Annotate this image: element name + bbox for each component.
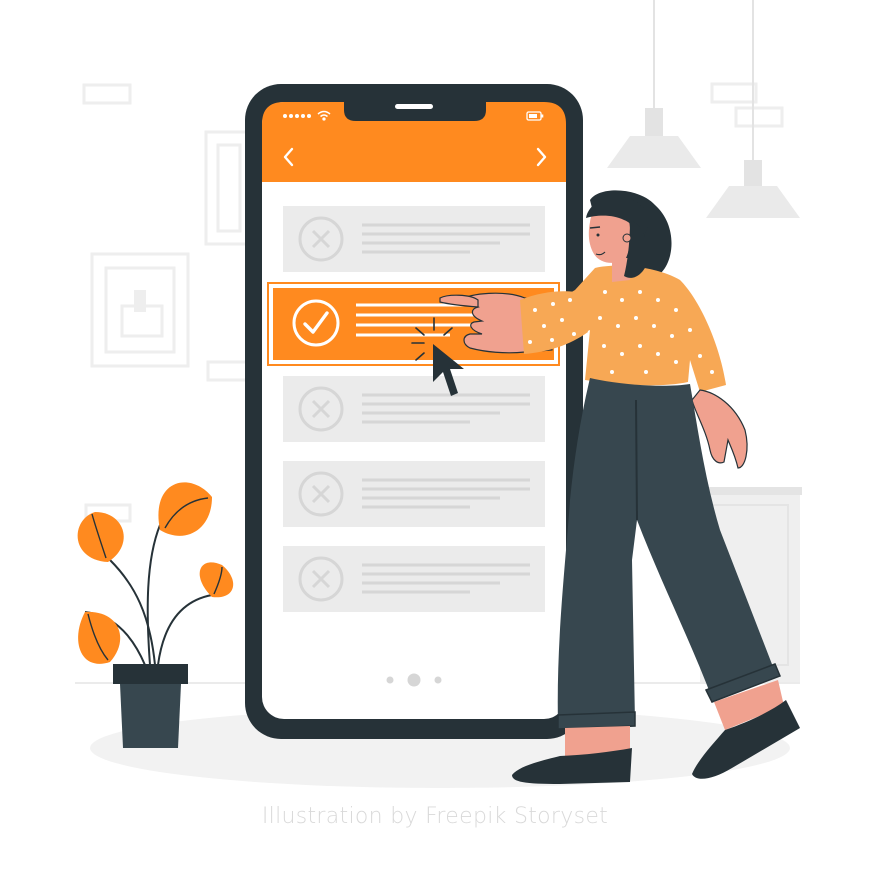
list-item-3[interactable] xyxy=(283,376,545,442)
list-item-1[interactable] xyxy=(283,206,545,272)
wall-tile xyxy=(734,106,784,128)
phone xyxy=(245,84,583,739)
page-dot xyxy=(386,676,394,684)
page-dot-active xyxy=(407,673,421,687)
leaf xyxy=(158,482,212,536)
leaf xyxy=(199,562,234,598)
illustration-credit: Illustration by Freepik Storyset xyxy=(261,804,609,829)
wall-tile xyxy=(710,82,758,104)
list-item-4[interactable] xyxy=(283,461,545,527)
wall-tile xyxy=(206,360,250,382)
page-dot xyxy=(434,676,442,684)
leaf xyxy=(78,611,121,664)
wall-tile xyxy=(82,83,132,105)
plant-pot xyxy=(120,684,181,748)
list-item-5[interactable] xyxy=(283,546,545,612)
potted-plant xyxy=(77,482,234,748)
speaker-slot xyxy=(395,104,433,109)
illustration-scene xyxy=(75,0,802,788)
plant-pot-rim xyxy=(113,664,188,684)
